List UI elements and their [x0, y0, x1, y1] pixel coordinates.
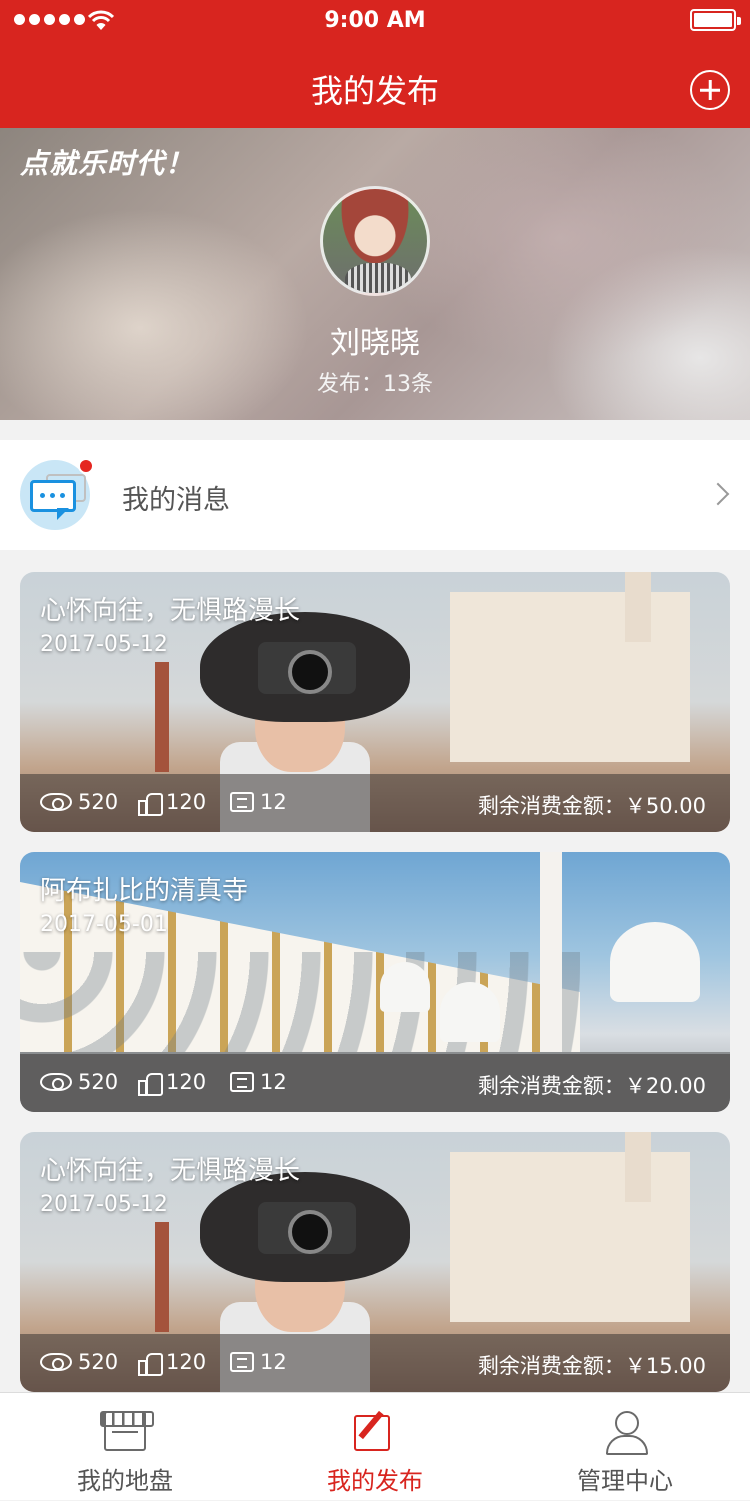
- comment-icon: [230, 792, 254, 812]
- username: 刘晓晓: [330, 326, 420, 361]
- post-title: 心怀向往，无惧路漫长: [40, 1156, 301, 1186]
- unread-badge: [78, 458, 94, 474]
- status-bar: 9:00 AM: [0, 0, 750, 40]
- comment-count: 12: [260, 1070, 287, 1094]
- post-title: 阿布扎比的清真寺: [40, 876, 249, 906]
- avatar[interactable]: [320, 186, 430, 296]
- add-post-button[interactable]: [690, 70, 730, 110]
- post-date: 2017-05-12: [40, 632, 168, 657]
- remaining-amount: 剩余消费金额：￥15.00: [477, 1354, 706, 1378]
- post-stats-bar: 520 120 12 剩余消费金额：￥20.00: [20, 1054, 730, 1112]
- comment-count: 12: [260, 790, 287, 814]
- eye-icon: [40, 1073, 72, 1091]
- page-title: 我的发布: [310, 72, 439, 110]
- tab-my-posts[interactable]: 我的发布: [250, 1393, 500, 1501]
- tab-label: 管理中心: [577, 1467, 673, 1495]
- like-count: 120: [166, 1350, 207, 1374]
- my-messages-label: 我的消息: [122, 485, 230, 516]
- comment-icon: [230, 1072, 254, 1092]
- view-count: 520: [78, 790, 119, 814]
- remaining-amount: 剩余消费金额：￥50.00: [477, 794, 706, 818]
- post-card[interactable]: 阿布扎比的清真寺 2017-05-01 520 120 12 剩余消费金额：￥2…: [20, 852, 730, 1112]
- post-stats-bar: 520 120 12 剩余消费金额：￥15.00: [20, 1334, 730, 1392]
- tab-label: 我的地盘: [77, 1467, 173, 1495]
- remaining-amount: 剩余消费金额：￥20.00: [477, 1074, 706, 1098]
- my-messages-row[interactable]: 我的消息: [0, 440, 750, 550]
- tab-my-territory[interactable]: 我的地盘: [0, 1393, 250, 1501]
- comment-count: 12: [260, 1350, 287, 1374]
- profile-header: 点就乐时代！ 刘晓晓 发布：13条: [0, 128, 750, 420]
- publish-count: 发布：13条: [317, 372, 433, 397]
- chevron-right-icon: [706, 482, 730, 506]
- like-icon: [138, 791, 163, 816]
- like-count: 120: [166, 790, 207, 814]
- like-icon: [138, 1351, 163, 1376]
- tab-label: 我的发布: [327, 1467, 423, 1495]
- post-date: 2017-05-01: [40, 912, 168, 937]
- slogan: 点就乐时代！: [20, 147, 195, 180]
- eye-icon: [40, 1353, 72, 1371]
- view-count: 520: [78, 1350, 119, 1374]
- tab-management-center[interactable]: 管理中心: [500, 1393, 750, 1501]
- post-title: 心怀向往，无惧路漫长: [40, 596, 301, 626]
- bottom-tab-bar: 我的地盘 我的发布 管理中心: [0, 1392, 750, 1500]
- eye-icon: [40, 793, 72, 811]
- status-time: 9:00 AM: [324, 8, 426, 33]
- comment-icon: [230, 1352, 254, 1372]
- post-card[interactable]: 心怀向往，无惧路漫长 2017-05-12 520 120 12 剩余消费金额：…: [20, 572, 730, 832]
- person-icon: [604, 1411, 648, 1455]
- top-bar: 9:00 AM 我的发布: [0, 0, 750, 128]
- like-count: 120: [166, 1070, 207, 1094]
- store-icon: [100, 1411, 154, 1451]
- battery-icon: [690, 9, 741, 31]
- like-icon: [138, 1071, 163, 1096]
- edit-icon: [354, 1415, 390, 1451]
- view-count: 520: [78, 1070, 119, 1094]
- post-stats-bar: 520 120 12 剩余消费金额：￥50.00: [20, 774, 730, 832]
- post-card[interactable]: 心怀向往，无惧路漫长 2017-05-12 520 120 12 剩余消费金额：…: [20, 1132, 730, 1392]
- post-date: 2017-05-12: [40, 1192, 168, 1217]
